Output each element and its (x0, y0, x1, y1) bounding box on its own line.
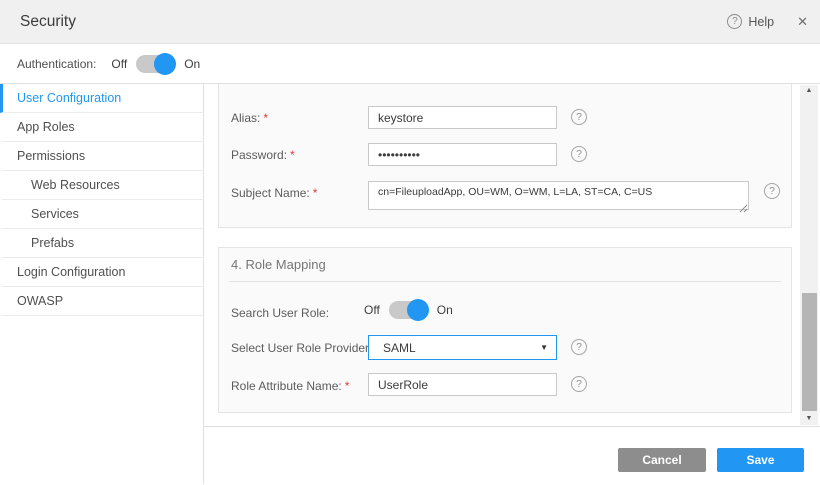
search-user-role-off-label: Off (364, 303, 380, 317)
sidebar: User Configuration App Roles Permissions… (0, 84, 204, 484)
role-attribute-name-label: Role Attribute Name:* (231, 379, 349, 393)
header-actions: ? Help ✕ (727, 14, 808, 30)
alias-help-icon[interactable]: ? (571, 109, 587, 125)
user-role-provider-select[interactable]: SAML ▼ (368, 335, 557, 360)
sidebar-item-services[interactable]: Services (0, 200, 203, 229)
user-role-provider-value: SAML (383, 341, 540, 355)
section-divider (229, 281, 781, 282)
cancel-button[interactable]: Cancel (618, 448, 706, 472)
subject-name-label: Subject Name:* (231, 186, 317, 200)
subject-name-help-icon[interactable]: ? (764, 183, 780, 199)
close-icon[interactable]: ✕ (797, 14, 808, 30)
sidebar-item-permissions[interactable]: Permissions (0, 142, 203, 171)
role-attribute-name-help-icon[interactable]: ? (571, 376, 587, 392)
sidebar-item-login-configuration[interactable]: Login Configuration (0, 258, 203, 287)
search-user-role-on-label: On (437, 303, 453, 317)
sidebar-item-prefabs[interactable]: Prefabs (0, 229, 203, 258)
chevron-down-icon: ▼ (540, 343, 548, 352)
authentication-bar: Authentication: Off On (0, 44, 820, 84)
main-content: Alias:* ? Password:* ? Subject Name:* cn… (204, 84, 820, 484)
footer-divider (204, 426, 820, 427)
authentication-toggle-group: Off On (111, 55, 200, 73)
help-button[interactable]: ? Help (727, 14, 774, 29)
search-user-role-toggle-knob (407, 299, 429, 321)
search-user-role-toggle-group: Off On (364, 301, 453, 319)
required-asterisk: * (313, 186, 318, 200)
sidebar-item-app-roles[interactable]: App Roles (0, 113, 203, 142)
scroll-down-icon[interactable]: ▼ (800, 413, 818, 425)
password-help-icon[interactable]: ? (571, 146, 587, 162)
password-label: Password:* (231, 148, 295, 162)
search-user-role-toggle[interactable] (389, 301, 428, 319)
help-icon: ? (727, 14, 742, 29)
required-asterisk: * (263, 111, 268, 125)
vertical-scrollbar[interactable]: ▲ ▼ (800, 85, 818, 425)
body: User Configuration App Roles Permissions… (0, 84, 820, 484)
role-mapping-title: 4. Role Mapping (231, 257, 326, 272)
authentication-off-label: Off (111, 57, 127, 71)
user-role-provider-help-icon[interactable]: ? (571, 339, 587, 355)
alias-label: Alias:* (231, 111, 268, 125)
password-input[interactable] (368, 143, 557, 166)
authentication-on-label: On (184, 57, 200, 71)
scrollbar-thumb[interactable] (802, 293, 817, 411)
authentication-toggle[interactable] (136, 55, 175, 73)
save-button[interactable]: Save (717, 448, 804, 472)
page-title: Security (20, 13, 76, 31)
subject-name-textarea[interactable]: cn=FileuploadApp, OU=WM, O=WM, L=LA, ST=… (368, 181, 749, 210)
user-role-provider-label: Select User Role Provider: (231, 341, 372, 355)
alias-input[interactable] (368, 106, 557, 129)
help-label: Help (748, 15, 774, 29)
keystore-panel: Alias:* ? Password:* ? Subject Name:* cn… (218, 84, 792, 228)
authentication-label: Authentication: (17, 57, 96, 71)
search-user-role-label: Search User Role: (231, 306, 329, 320)
page-header: Security ? Help ✕ (0, 0, 820, 44)
sidebar-item-web-resources[interactable]: Web Resources (0, 171, 203, 200)
security-window: Security ? Help ✕ Authentication: Off On… (0, 0, 820, 485)
sidebar-item-owasp[interactable]: OWASP (0, 287, 203, 316)
authentication-toggle-knob (154, 53, 176, 75)
role-attribute-name-input[interactable] (368, 373, 557, 396)
sidebar-item-user-configuration[interactable]: User Configuration (0, 84, 203, 113)
required-asterisk: * (290, 148, 295, 162)
required-asterisk: * (345, 379, 350, 393)
role-mapping-panel: 4. Role Mapping Search User Role: Off On… (218, 247, 792, 413)
scroll-up-icon[interactable]: ▲ (800, 85, 818, 97)
